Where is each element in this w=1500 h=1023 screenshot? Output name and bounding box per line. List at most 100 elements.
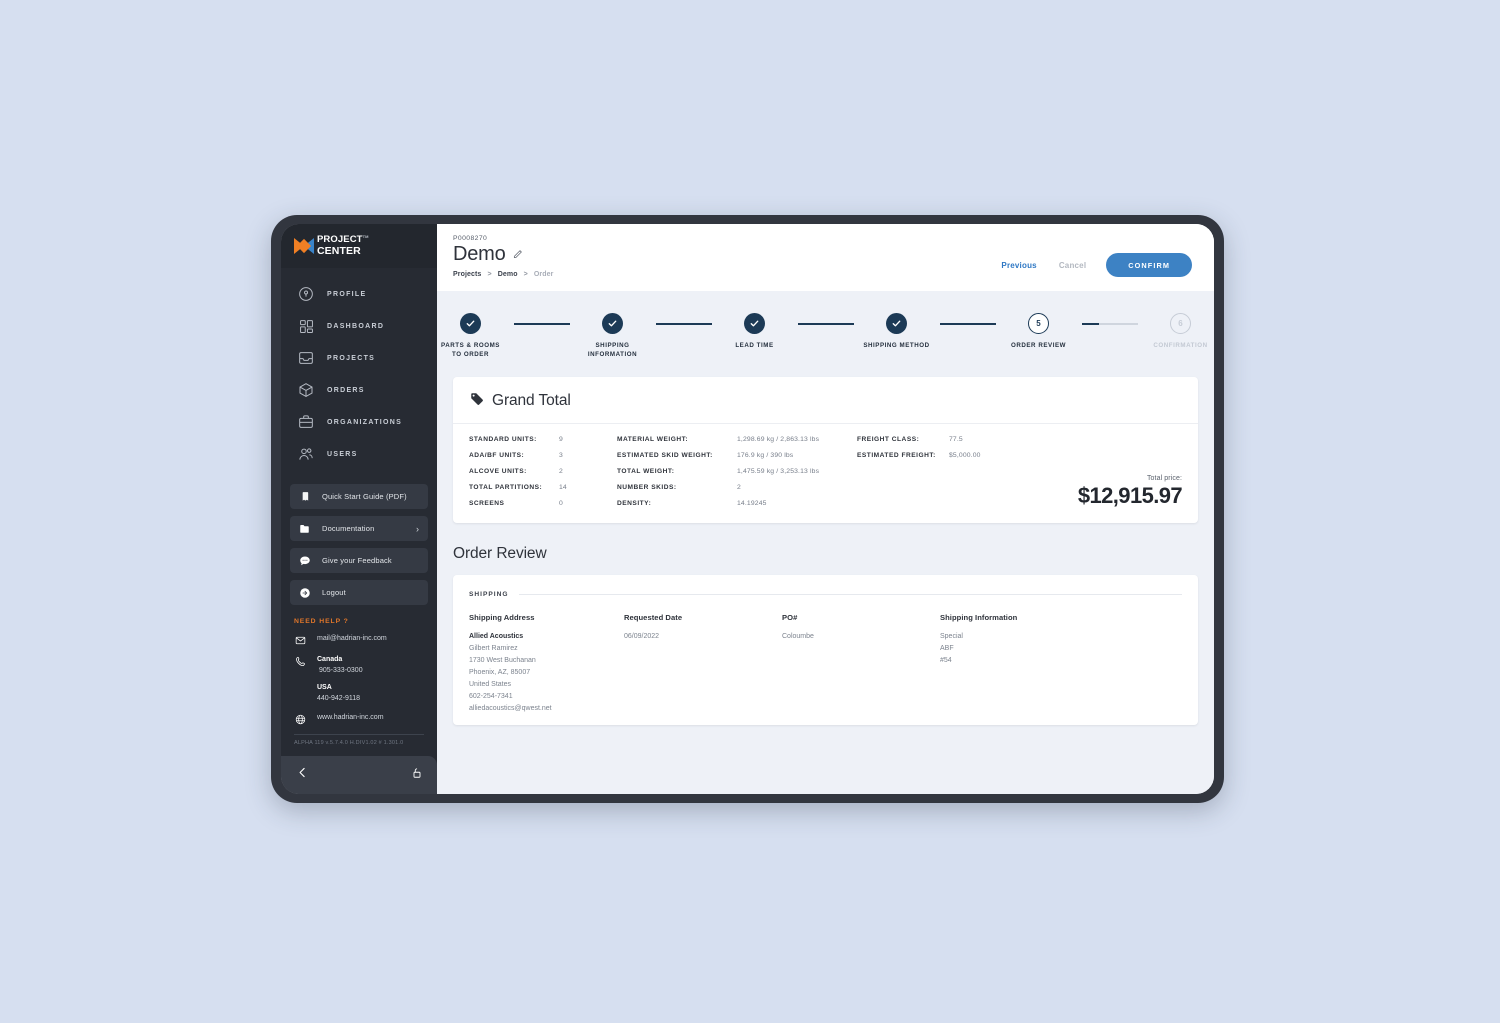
section-divider bbox=[518, 593, 1182, 595]
address-line: 1730 West Buchanan bbox=[469, 656, 536, 664]
requested-date-value: 06/09/2022 bbox=[624, 632, 660, 640]
help-section: NEED HELP ? mail@hadrian-inc.com Canada … bbox=[281, 612, 437, 746]
edit-pencil-icon[interactable] bbox=[512, 247, 523, 265]
sidebar-item-organizations[interactable]: Organizations bbox=[281, 406, 437, 438]
help-fine-print: ALPHA 119 v.5.7.4.0 H.DIV1.02 # 1.301.0 bbox=[294, 740, 404, 747]
requested-date-column: Requested Date 06/09/2022 bbox=[624, 613, 782, 715]
previous-button[interactable]: Previous bbox=[1001, 261, 1036, 270]
sidebar-item-label: Projects bbox=[327, 354, 376, 362]
total-row: NUMBER SKIDS: 2 bbox=[617, 484, 847, 491]
cancel-button[interactable]: Cancel bbox=[1059, 261, 1086, 270]
grand-total-header: Grand Total bbox=[453, 377, 1198, 424]
help-email: mail@hadrian-inc.com bbox=[317, 635, 387, 642]
column-header: PO# bbox=[782, 612, 798, 622]
sidebar-item-label: Profile bbox=[327, 290, 367, 298]
row-key: TOTAL WEIGHT: bbox=[617, 467, 675, 475]
shipping-section-header: SHIPPING bbox=[469, 591, 1182, 598]
orders-icon bbox=[297, 381, 315, 399]
step-indicator: 5 bbox=[1028, 313, 1049, 334]
profile-icon bbox=[297, 285, 315, 303]
sidebar-item-projects[interactable]: Projects bbox=[281, 342, 437, 374]
projects-icon bbox=[297, 349, 315, 367]
step-shipping-method[interactable]: SHIPPING METHOD bbox=[854, 313, 940, 350]
sidebar-item-dashboard[interactable]: Dashboard bbox=[281, 310, 437, 342]
step-connector bbox=[655, 323, 712, 325]
total-row: TOTAL PARTITIONS: 14 bbox=[469, 484, 607, 491]
step-order-review[interactable]: 5 ORDER REVIEW bbox=[996, 313, 1082, 350]
total-row: ALCOVE UNITS: 2 bbox=[469, 468, 607, 475]
address-line: alliedacoustics@qwest.net bbox=[469, 704, 552, 712]
logo-tm: TM bbox=[362, 234, 369, 240]
step-connector bbox=[1081, 323, 1138, 325]
logo-x-icon bbox=[294, 237, 314, 255]
row-value: 0 bbox=[559, 499, 563, 507]
sidebar-nav: Profile Dashboard bbox=[281, 268, 437, 470]
lock-icon[interactable] bbox=[410, 766, 422, 784]
breadcrumb-projects[interactable]: Projects bbox=[453, 271, 481, 278]
total-row: FREIGHT CLASS: 77.5 bbox=[857, 436, 1047, 443]
row-key: SCREENS bbox=[469, 499, 505, 507]
total-row: MATERIAL WEIGHT: 1,298.69 kg / 2,863.13 l… bbox=[617, 436, 847, 443]
sidebar-item-label: Dashboard bbox=[327, 322, 385, 330]
row-key: ADA/BF UNITS: bbox=[469, 451, 525, 459]
total-row: ESTIMATED SKID WEIGHT: 176.9 kg / 390 lbs bbox=[617, 452, 847, 459]
phone-icon bbox=[294, 655, 307, 704]
total-row: DENSITY: 14.19245 bbox=[617, 500, 847, 507]
dashboard-icon bbox=[297, 317, 315, 335]
tag-icon bbox=[469, 391, 484, 411]
usa-label: USA bbox=[317, 683, 332, 691]
row-value: 176.9 kg / 390 lbs bbox=[737, 451, 794, 459]
row-value: 2 bbox=[559, 467, 563, 475]
step-shipping-information[interactable]: SHIPPING INFORMATION bbox=[570, 313, 656, 360]
total-price-value: $12,915.97 bbox=[1077, 482, 1183, 508]
row-value: 14.19245 bbox=[737, 499, 767, 507]
step-label: PARTS & ROOMS TO ORDER bbox=[441, 342, 500, 359]
grand-total-column-weights: MATERIAL WEIGHT: 1,298.69 kg / 2,863.13 l… bbox=[617, 436, 857, 507]
step-connector bbox=[513, 323, 570, 325]
grand-total-body: STANDARD UNITS: 9 ADA/BF UNITS: 3 ALCOVE U… bbox=[453, 424, 1198, 523]
step-lead-time[interactable]: LEAD TIME bbox=[712, 313, 798, 350]
quick-start-guide-button[interactable]: Quick Start Guide (PDF) bbox=[290, 484, 428, 509]
sidebar-button-label: Quick Start Guide (PDF) bbox=[322, 492, 407, 501]
sidebar-item-users[interactable]: Users bbox=[281, 438, 437, 470]
mail-icon bbox=[294, 634, 307, 646]
sidebar-button-label: Logout bbox=[322, 588, 346, 597]
step-parts-rooms-to-order[interactable]: PARTS & ROOMS TO ORDER bbox=[437, 313, 514, 360]
po-number-column: PO# Coloumbe bbox=[782, 613, 940, 715]
sidebar-item-orders[interactable]: Orders bbox=[281, 374, 437, 406]
step-label: SHIPPING INFORMATION bbox=[587, 342, 638, 359]
book-icon bbox=[299, 491, 313, 502]
step-confirmation: 6 CONFIRMATION bbox=[1138, 313, 1215, 350]
help-website: www.hadrian-inc.com bbox=[317, 714, 384, 722]
app-logo[interactable]: PROJECTTM CENTER bbox=[281, 224, 437, 268]
total-row: STANDARD UNITS: 9 bbox=[469, 436, 607, 443]
collapse-sidebar-button[interactable] bbox=[296, 766, 309, 784]
give-feedback-button[interactable]: Give your Feedback bbox=[290, 548, 428, 573]
order-review-title: Order Review bbox=[453, 544, 547, 562]
help-email-row[interactable]: mail@hadrian-inc.com bbox=[294, 634, 426, 646]
row-key: DENSITY: bbox=[617, 499, 652, 507]
step-connector bbox=[797, 323, 854, 325]
step-indicator bbox=[602, 313, 623, 334]
address-line: Phoenix, AZ, 85007 bbox=[469, 668, 531, 676]
row-value: 2 bbox=[737, 483, 741, 491]
logo-line2: CENTER bbox=[317, 245, 361, 258]
canada-phone: 905-333-0300 bbox=[319, 666, 363, 674]
help-title: NEED HELP ? bbox=[294, 618, 349, 625]
globe-icon bbox=[294, 713, 307, 725]
chevron-right-icon: › bbox=[416, 523, 419, 534]
breadcrumb-demo[interactable]: Demo bbox=[498, 271, 518, 278]
sidebar-item-label: Organizations bbox=[327, 418, 403, 426]
documentation-button[interactable]: Documentation › bbox=[290, 516, 428, 541]
breadcrumb-order: Order bbox=[533, 271, 554, 278]
page-title: Demo bbox=[453, 243, 506, 265]
help-website-row[interactable]: www.hadrian-inc.com bbox=[294, 713, 426, 725]
step-label: LEAD TIME bbox=[735, 342, 774, 349]
step-indicator bbox=[460, 313, 481, 334]
total-row: ADA/BF UNITS: 3 bbox=[469, 452, 607, 459]
logout-button[interactable]: Logout bbox=[290, 580, 428, 605]
step-label: CONFIRMATION bbox=[1153, 342, 1208, 349]
confirm-button[interactable]: CONFIRM bbox=[1106, 253, 1192, 277]
sidebar-item-profile[interactable]: Profile bbox=[281, 278, 437, 310]
scroll-area[interactable]: PARTS & ROOMS TO ORDER SHIPPING INFORMAT… bbox=[437, 291, 1214, 794]
